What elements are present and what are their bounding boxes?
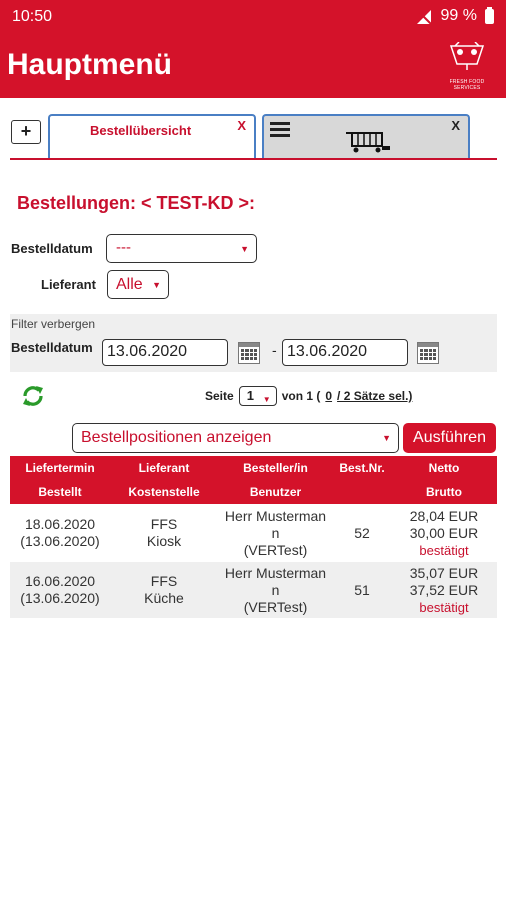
app-bar: Hauptmenü FRESH FOOD SERVICES: [0, 34, 506, 98]
battery-percent: 99 %: [440, 7, 477, 24]
col-brutto[interactable]: Brutto: [391, 480, 497, 504]
page-heading: Bestellungen: < TEST-KD >:: [17, 193, 256, 213]
col-netto[interactable]: Netto: [391, 456, 497, 480]
table-row[interactable]: 16.06.2020 (13.06.2020) FFS Küche Herr M…: [10, 562, 497, 618]
logo-text: FRESH FOOD SERVICES: [449, 79, 485, 91]
cell-besteller: Herr Musterman n (VERTest): [218, 562, 333, 618]
chevron-down-icon: ▼: [262, 395, 271, 404]
brand-logo: FRESH FOOD SERVICES: [438, 41, 496, 91]
brutto: 37,52 EUR: [409, 581, 479, 598]
signal-icon: [415, 9, 432, 24]
table-header-row: Bestellt Kostenstelle Benutzer Brutto: [10, 480, 497, 504]
status-right: 99 %: [415, 6, 494, 25]
hamburger-menu-icon[interactable]: [270, 122, 290, 140]
date-from-input[interactable]: 13.06.2020: [102, 339, 228, 366]
tab-close-button[interactable]: X: [451, 118, 460, 133]
lieferant: FFS: [150, 573, 178, 589]
lieferant: FFS: [150, 516, 178, 532]
cell-bestnr: 52: [333, 504, 391, 562]
date-filter-panel: Filter verbergen Bestelldatum 13.06.2020…: [10, 314, 497, 372]
table-row[interactable]: 18.06.2020 (13.06.2020) FFS Kiosk Herr M…: [10, 504, 497, 562]
date-to-input[interactable]: 13.06.2020: [282, 339, 408, 366]
cell-lieferant: FFS Küche: [110, 562, 218, 618]
col-lieferant[interactable]: Lieferant: [110, 456, 218, 480]
bestellt: (13.06.2020): [20, 533, 100, 549]
kostenstelle: Kiosk: [146, 533, 182, 549]
page-value: 1: [246, 388, 254, 403]
tab-divider: [10, 158, 497, 160]
orders-table: Liefertermin Lieferant Besteller/in Best…: [10, 456, 497, 618]
bestellt: (13.06.2020): [20, 590, 100, 606]
logo-icon: [449, 41, 485, 70]
app-title: Hauptmenü: [7, 48, 172, 81]
bestelldatum-value: ---: [116, 239, 131, 256]
table-header-row: Liefertermin Lieferant Besteller/in Best…: [10, 456, 497, 480]
add-tab-button[interactable]: +: [11, 120, 41, 144]
chevron-down-icon: ▼: [382, 433, 391, 443]
col-bestnr[interactable]: Best.Nr.: [333, 456, 391, 480]
status-badge: bestätigt: [419, 599, 469, 615]
lieferant-label: Lieferant: [41, 277, 96, 292]
pager-von-label: von 1 (: [281, 389, 321, 403]
action-select-value: Bestellpositionen anzeigen: [81, 429, 272, 446]
brutto: 30,00 EUR: [409, 524, 479, 541]
chevron-down-icon: ▼: [240, 243, 249, 254]
tab-close-button[interactable]: X: [237, 118, 246, 133]
besteller-line-1: Herr Musterman: [224, 507, 327, 524]
selected-count-link[interactable]: 0: [325, 389, 332, 403]
cell-besteller: Herr Musterman n (VERTest): [218, 504, 333, 562]
calendar-from-icon[interactable]: [238, 342, 260, 364]
besteller-line-1: Herr Musterman: [224, 564, 327, 581]
refresh-icon[interactable]: [21, 384, 45, 408]
lieferant-value: Alle: [116, 276, 143, 293]
benutzer: (VERTest): [243, 541, 308, 558]
liefertermin: 16.06.2020: [24, 573, 96, 589]
cell-bestnr: 51: [333, 562, 391, 618]
netto: 35,07 EUR: [409, 564, 479, 581]
benutzer: (VERTest): [243, 598, 308, 615]
cell-amounts: 28,04 EUR 30,00 EUR bestätigt: [391, 504, 497, 562]
col-besteller[interactable]: Besteller/in: [218, 456, 333, 480]
total-count-link[interactable]: / 2 Sätze sel.): [337, 389, 412, 403]
cell-dates: 18.06.2020 (13.06.2020): [10, 504, 110, 562]
status-time: 10:50: [12, 8, 53, 25]
cell-amounts: 35,07 EUR 37,52 EUR bestätigt: [391, 562, 497, 618]
besteller-line-2: n: [271, 581, 280, 598]
ausfuehren-button[interactable]: Ausführen: [403, 423, 496, 453]
page-select[interactable]: 1 ▼: [238, 386, 277, 406]
shopping-cart-icon: [346, 132, 390, 153]
cell-dates: 16.06.2020 (13.06.2020): [10, 562, 110, 618]
status-badge: bestätigt: [419, 542, 469, 558]
battery-icon: [485, 6, 494, 24]
status-bar: 10:50 99 %: [0, 0, 506, 34]
besteller-line-2: n: [271, 524, 280, 541]
liefertermin: 18.06.2020: [24, 516, 96, 532]
pager: Seite 1 ▼ von 1 ( 0 / 2 Sätze sel.): [205, 386, 412, 406]
col-benutzer[interactable]: Benutzer: [218, 480, 333, 504]
filter-toggle-link[interactable]: Filter verbergen: [11, 317, 95, 331]
tab-label: Bestellübersicht: [90, 123, 192, 138]
kostenstelle: Küche: [144, 590, 184, 606]
col-liefertermin[interactable]: Liefertermin: [10, 456, 110, 480]
tab-bestelluebersicht[interactable]: Bestellübersicht X: [48, 114, 256, 160]
range-separator: -: [272, 342, 277, 358]
pager-seite-label: Seite: [205, 389, 234, 403]
netto: 28,04 EUR: [409, 507, 479, 524]
chevron-down-icon: ▼: [152, 279, 161, 290]
col-empty: [333, 480, 391, 504]
col-bestellt[interactable]: Bestellt: [10, 480, 110, 504]
bestelldatum-select[interactable]: --- ▼: [106, 234, 257, 263]
range-label: Bestelldatum: [11, 340, 93, 355]
lieferant-select[interactable]: Alle ▼: [107, 270, 169, 299]
cell-lieferant: FFS Kiosk: [110, 504, 218, 562]
tab-cart[interactable]: X: [262, 114, 470, 158]
bestelldatum-label: Bestelldatum: [11, 241, 93, 256]
col-kostenstelle[interactable]: Kostenstelle: [110, 480, 218, 504]
action-select[interactable]: Bestellpositionen anzeigen ▼: [72, 423, 399, 453]
calendar-to-icon[interactable]: [417, 342, 439, 364]
